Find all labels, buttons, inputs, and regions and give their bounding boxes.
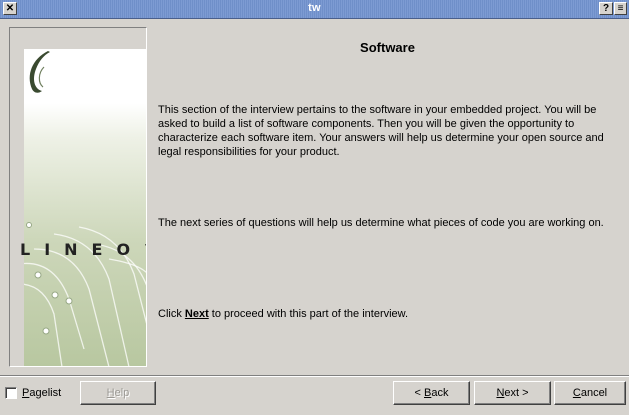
help-button[interactable]: Help	[80, 381, 156, 405]
next-button[interactable]: Next >	[474, 381, 551, 405]
intro-paragraph: This section of the interview pertains t…	[158, 104, 604, 158]
next-keyword: Next	[184, 308, 209, 320]
menu-icon: ≡	[617, 3, 624, 14]
cancel-button[interactable]: Cancel	[554, 381, 626, 405]
title-bar: ✕ tw ? ≡	[0, 0, 629, 19]
proceed-instruction: Click Next to proceed with this part of …	[158, 308, 409, 320]
question-mark-icon: ?	[602, 3, 610, 14]
page-title: Software	[360, 40, 415, 55]
pagelist-label: Pagelist	[22, 387, 62, 399]
back-button[interactable]: < Back	[393, 381, 470, 405]
circuit-lines-graphic	[24, 222, 146, 366]
lineo-swoosh-icon	[29, 51, 50, 93]
side-graphic-panel: LINEO™	[9, 27, 147, 367]
pagelist-toggle[interactable]: Pagelist	[5, 387, 61, 399]
lineo-logo: LINEO™	[20, 240, 146, 259]
window-menu-button[interactable]: ≡	[614, 2, 627, 15]
help-title-button[interactable]: ?	[599, 2, 613, 15]
window-title: tw	[308, 2, 321, 14]
footer-separator	[0, 375, 629, 377]
lineo-banner-image	[24, 49, 146, 366]
questions-paragraph: The next series of questions will help u…	[158, 217, 604, 229]
pagelist-checkbox[interactable]	[5, 387, 17, 399]
